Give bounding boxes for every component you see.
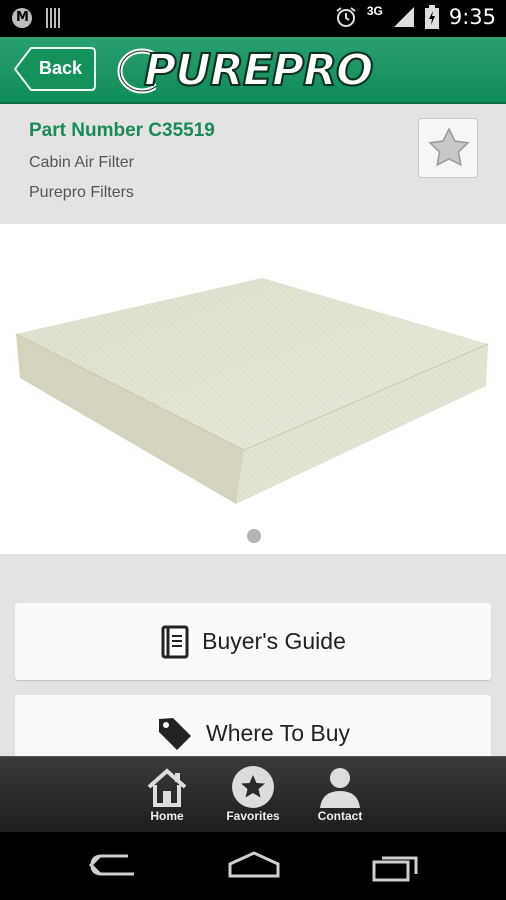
app-screen: 3G 9:35 Back PUREPRO	[0, 0, 506, 900]
logo-text: PUREPRO	[143, 44, 374, 97]
star-outline-icon	[428, 127, 470, 167]
book-icon	[161, 625, 189, 658]
product-image-carousel[interactable]	[0, 224, 506, 554]
star-icon	[232, 766, 274, 808]
carousel-page-indicator[interactable]	[247, 529, 261, 543]
tab-home-label: Home	[150, 809, 184, 823]
status-bar: 3G 9:35	[0, 0, 506, 37]
app-header: Back PUREPRO	[0, 37, 506, 104]
buyers-guide-label: Buyer's Guide	[202, 628, 346, 654]
tab-favorites[interactable]: Favorites	[218, 763, 288, 829]
person-icon	[320, 768, 360, 808]
back-nav-icon[interactable]	[88, 850, 138, 880]
buyers-guide-button[interactable]: Buyer's Guide	[15, 603, 491, 680]
motorola-icon	[12, 8, 32, 28]
cabin-air-filter-image	[15, 278, 489, 504]
home-icon	[147, 768, 187, 807]
tab-home[interactable]: Home	[132, 763, 202, 829]
system-navigation-bar	[0, 832, 506, 900]
price-tag-icon	[158, 717, 191, 750]
home-nav-icon[interactable]	[226, 850, 282, 880]
purepro-logo: PUREPRO	[116, 43, 396, 97]
where-to-buy-label: Where To Buy	[205, 720, 351, 746]
barcode-notification-icon	[46, 8, 62, 28]
signal-icon	[393, 7, 414, 27]
product-brand: Purepro Filters	[29, 184, 134, 201]
back-label: Back	[39, 58, 83, 78]
tab-favorites-label: Favorites	[226, 809, 280, 823]
battery-icon	[424, 5, 439, 29]
add-favorite-button[interactable]	[418, 118, 478, 178]
tab-contact[interactable]: Contact	[305, 763, 375, 829]
product-info: Part Number C35519 Cabin Air Filter Pure…	[0, 104, 506, 224]
tab-contact-label: Contact	[317, 809, 363, 823]
recent-apps-icon[interactable]	[370, 850, 422, 882]
clock: 9:35	[448, 5, 496, 29]
part-number: Part Number C35519	[29, 120, 215, 141]
product-category: Cabin Air Filter	[29, 154, 134, 171]
back-button[interactable]: Back	[13, 46, 97, 92]
bottom-tab-bar: Home Favorites Contact	[0, 756, 506, 832]
alarm-icon	[336, 7, 356, 27]
network-type: 3G	[366, 4, 383, 18]
